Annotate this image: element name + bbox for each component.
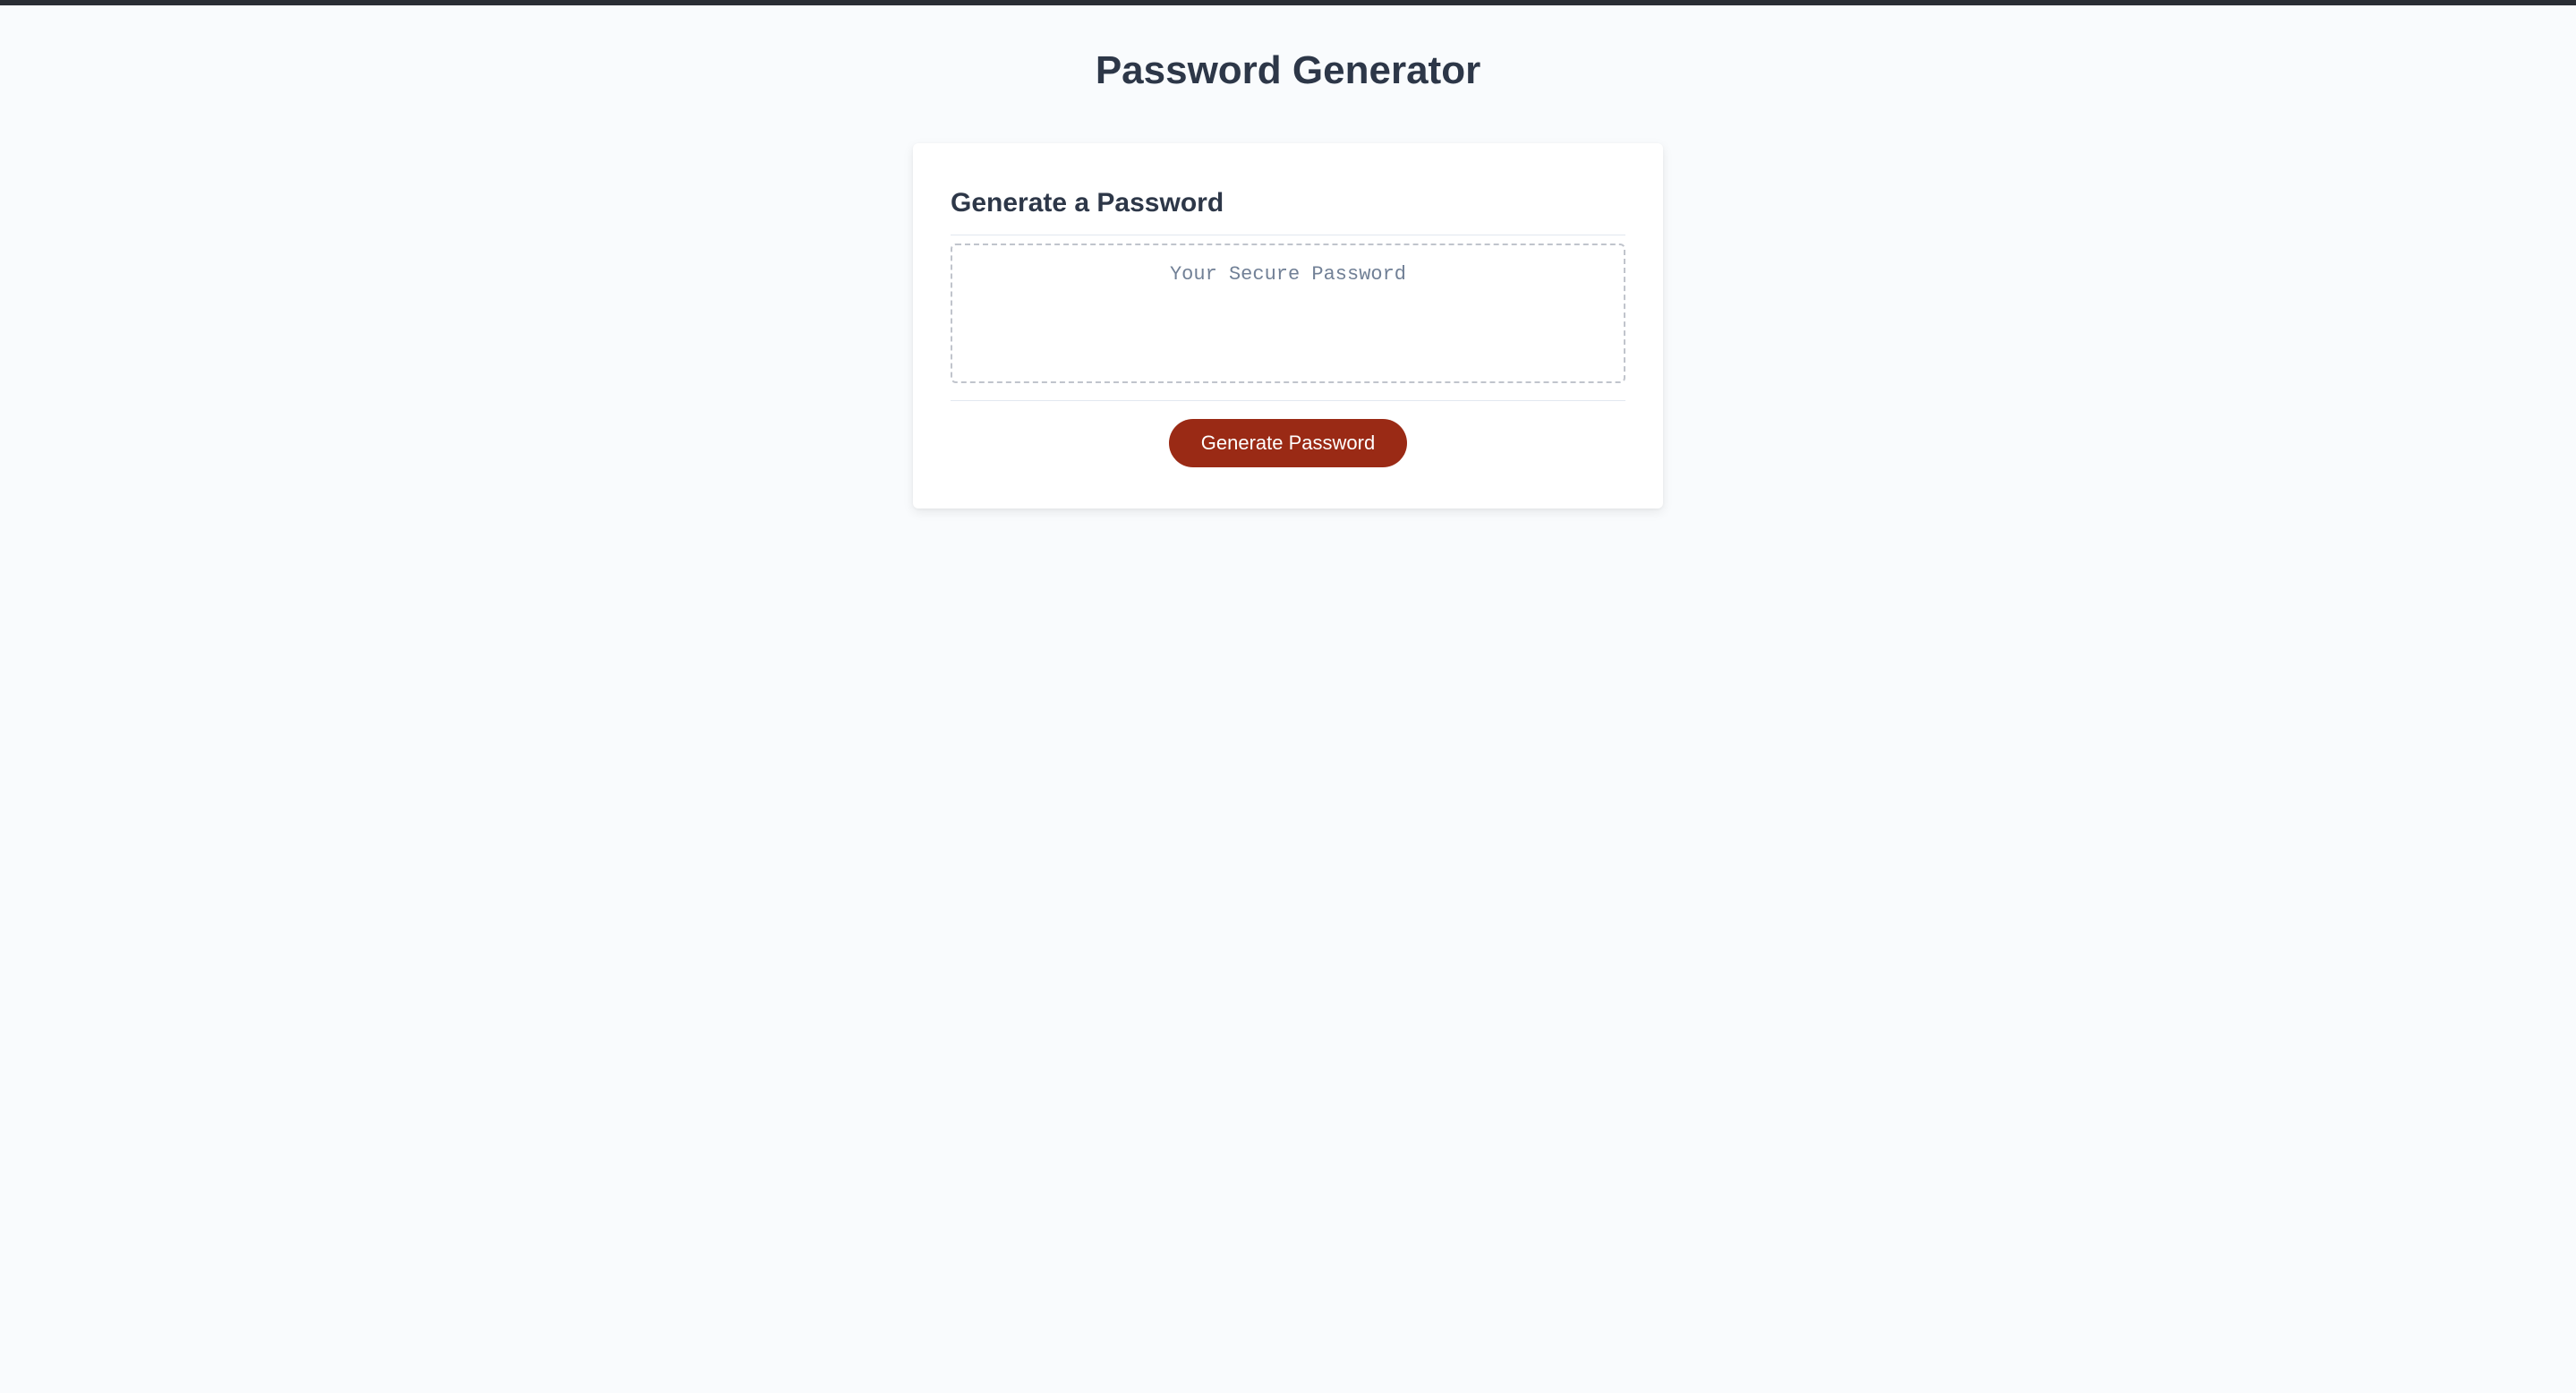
password-output[interactable] [951,244,1625,383]
card-footer: Generate Password [951,401,1625,467]
card-header: Generate a Password [951,188,1625,235]
card-body [951,235,1625,401]
generate-password-button[interactable]: Generate Password [1169,419,1407,467]
card-title: Generate a Password [951,188,1625,218]
page-title: Password Generator [617,48,1959,93]
generator-card: Generate a Password Generate Password [913,143,1663,508]
